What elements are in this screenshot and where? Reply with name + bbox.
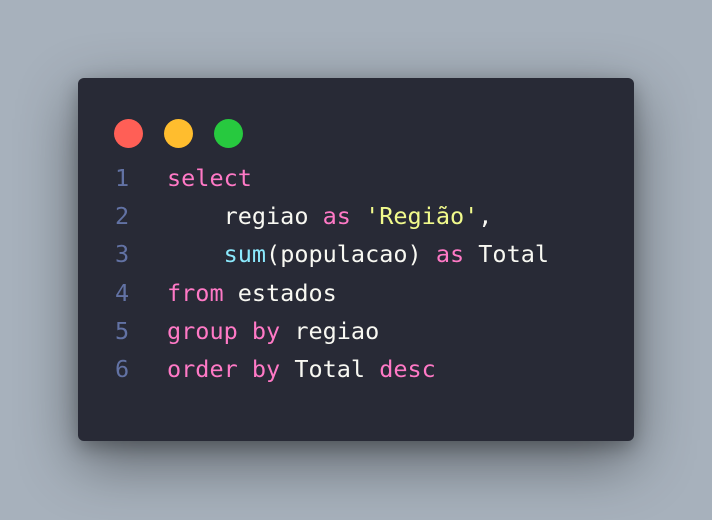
- line-number: 1: [115, 164, 130, 192]
- line-number: 4: [115, 278, 130, 307]
- code-token-keyword: desc: [379, 355, 436, 383]
- code-token-plain: estados: [223, 278, 337, 307]
- code-token-string: 'Região': [365, 202, 479, 231]
- close-button[interactable]: [114, 119, 143, 148]
- code-token-plain: ,: [478, 202, 493, 231]
- line-number: 3: [115, 240, 130, 269]
- window-controls: [114, 119, 243, 148]
- maximize-button[interactable]: [214, 119, 243, 148]
- code-token-keyword: from: [167, 278, 224, 307]
- code-text: select: [167, 163, 252, 193]
- code-token-keyword: order by: [167, 355, 281, 383]
- code-token-keyword: select: [167, 164, 252, 192]
- code-text: group by regiao: [167, 316, 379, 346]
- code-text: order by Total desc: [167, 354, 436, 384]
- code-token-plain: regiao: [167, 202, 323, 231]
- line-number: 6: [115, 355, 130, 383]
- code-token-func: sum: [223, 240, 267, 269]
- minimize-button[interactable]: [164, 119, 193, 148]
- code-token-plain: Total: [280, 355, 380, 383]
- code-token-keyword: group by: [167, 316, 281, 345]
- code-token-keyword: as: [322, 202, 351, 231]
- code-token-plain: regiao: [280, 316, 380, 345]
- line-number: 5: [115, 316, 130, 345]
- code-token-plain: (populacao): [266, 240, 436, 269]
- line-number: 2: [115, 202, 130, 231]
- code-text: sum(populacao) as Total: [167, 239, 549, 269]
- code-text: from estados: [167, 278, 337, 308]
- code-text: regiao as 'Região',: [167, 201, 493, 231]
- code-token-keyword: as: [435, 240, 465, 269]
- code-token-plain: Total: [464, 240, 550, 269]
